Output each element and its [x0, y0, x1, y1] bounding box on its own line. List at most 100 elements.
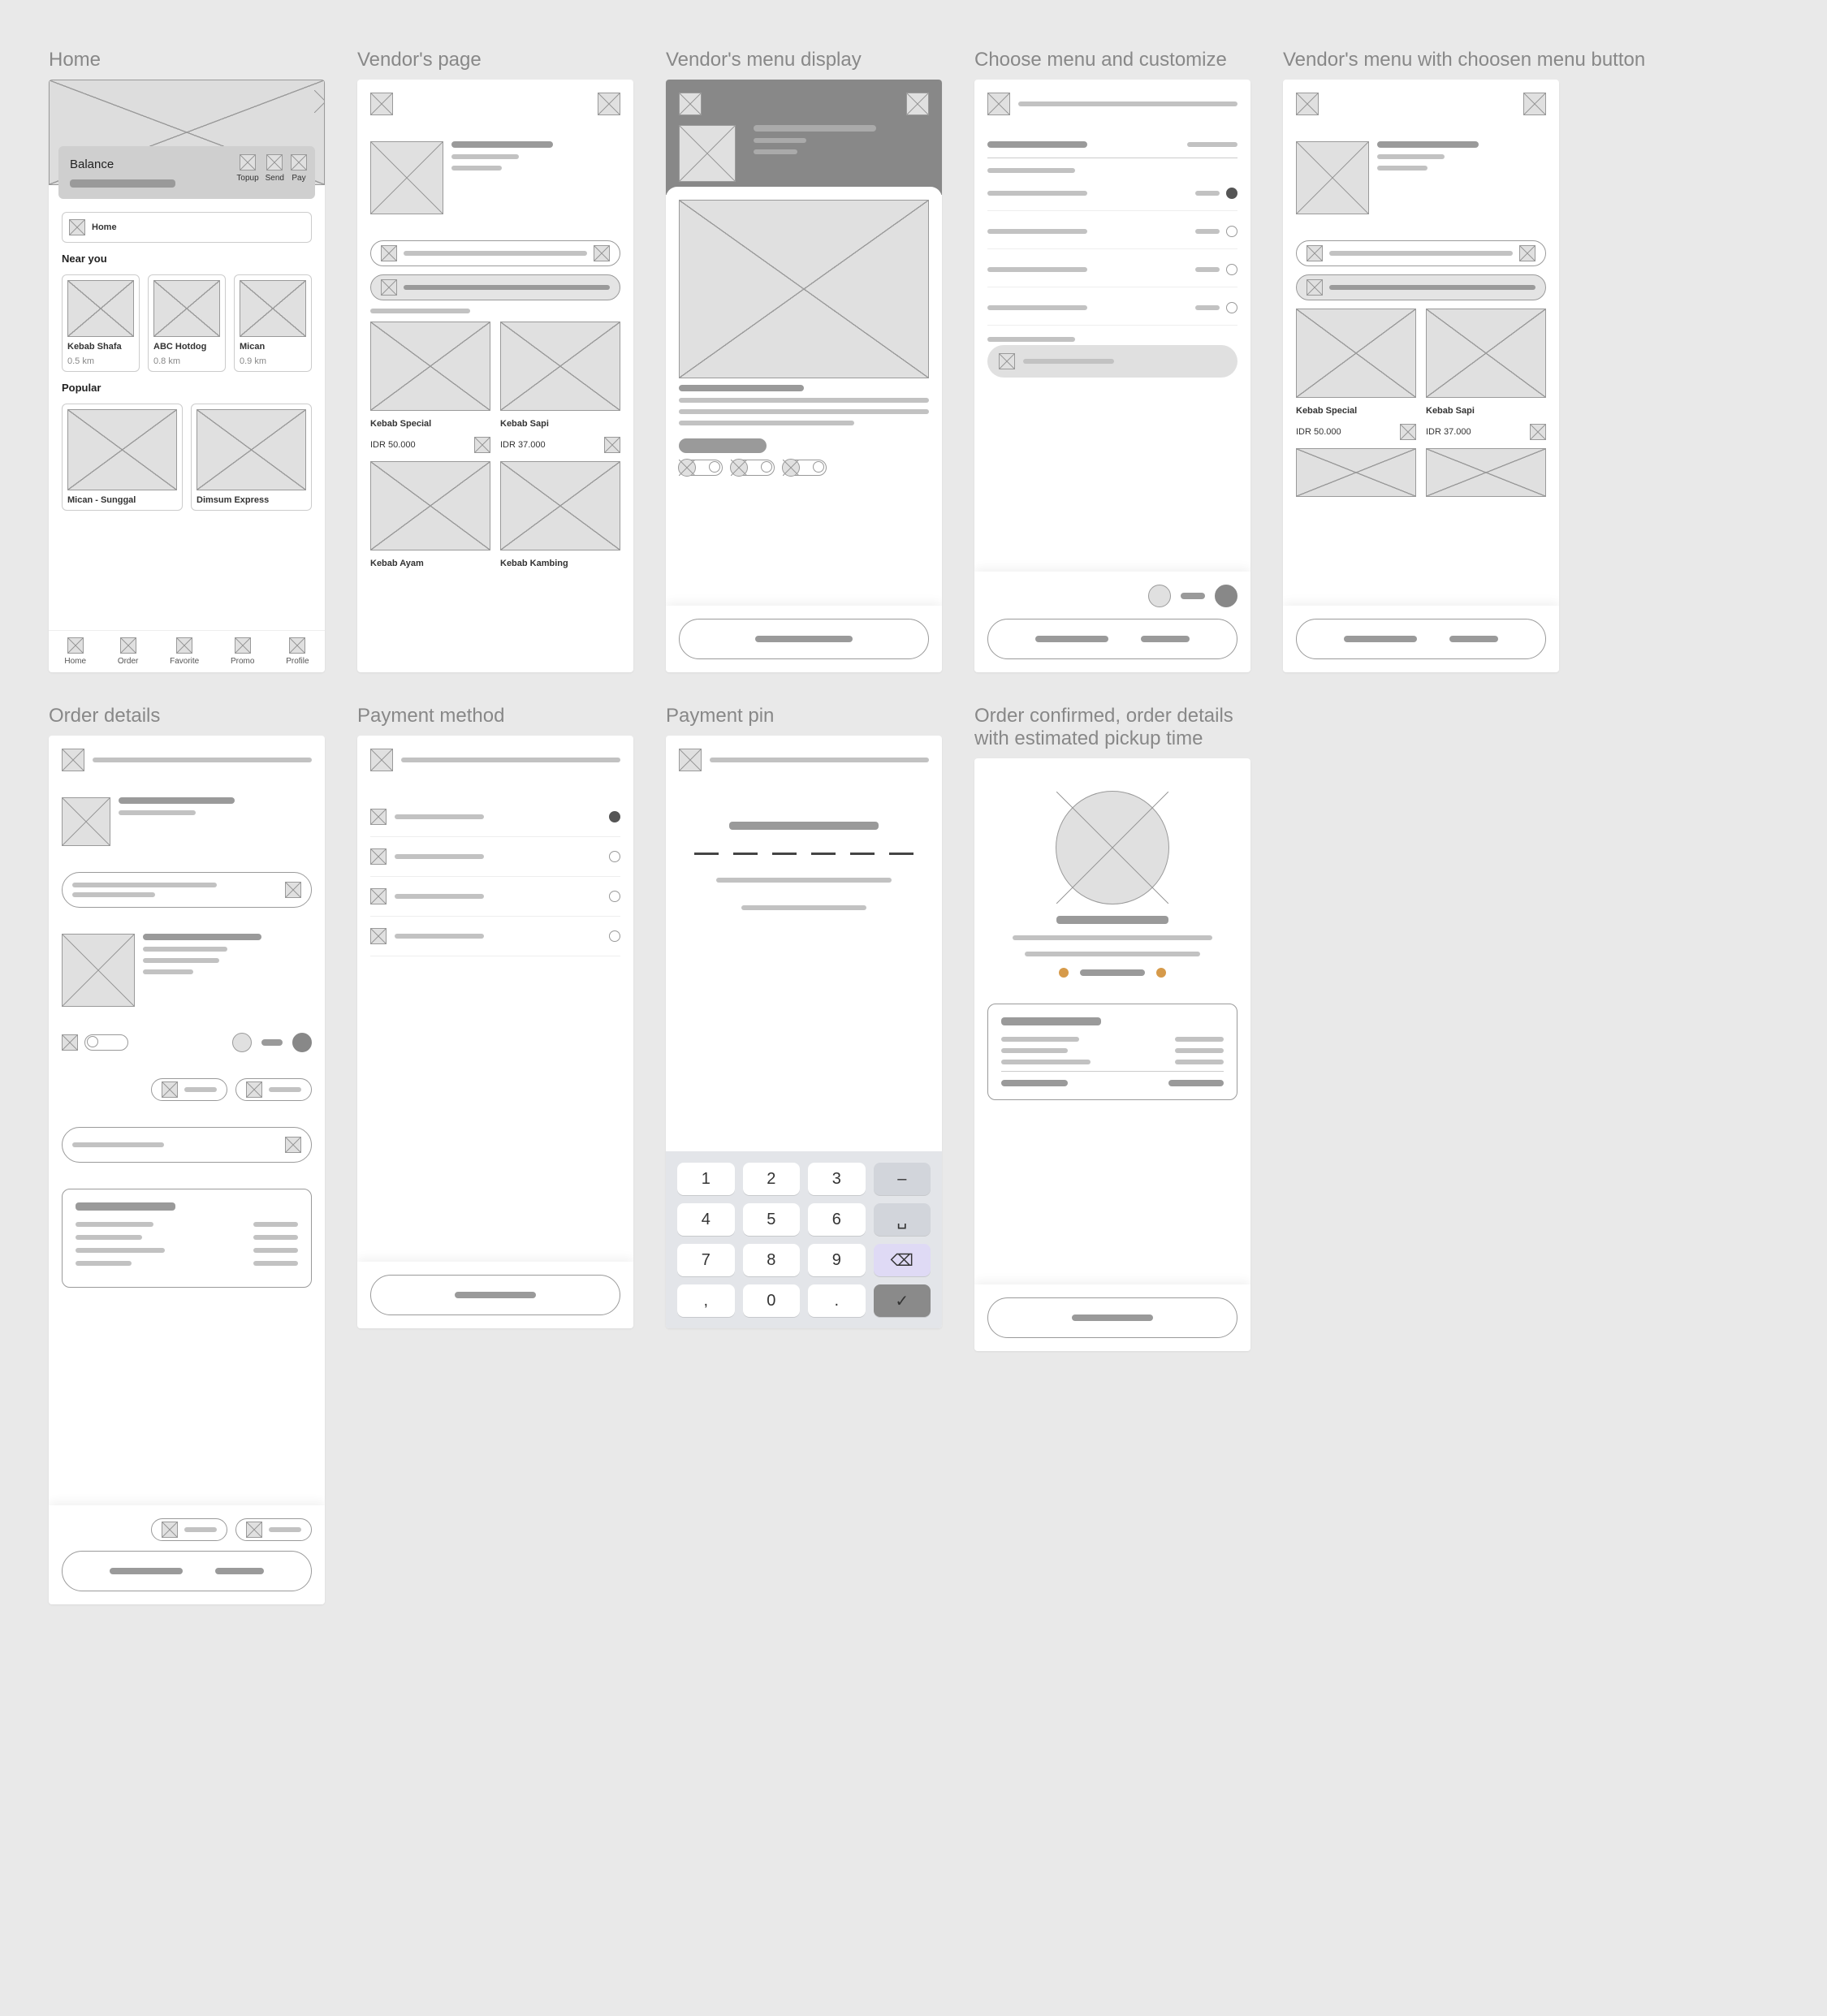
- add-icon[interactable]: [474, 437, 490, 453]
- frame-order-details: [49, 736, 325, 1604]
- minus-button[interactable]: [232, 1033, 252, 1052]
- nav-promo[interactable]: Promo: [231, 637, 254, 666]
- option-toggle-2[interactable]: [783, 460, 827, 476]
- option-toggle-1[interactable]: [731, 460, 775, 476]
- minus-button[interactable]: [1148, 585, 1171, 607]
- key-3[interactable]: 3: [808, 1163, 866, 1195]
- share-icon[interactable]: [598, 93, 620, 115]
- payment-option[interactable]: [370, 877, 620, 917]
- numeric-keypad: 1 2 3 – 4 5 6 ␣ 7 8 9 ⌫ , 0 . ✓: [666, 1151, 942, 1328]
- view-cart-button[interactable]: [1296, 619, 1546, 659]
- key-enter[interactable]: ✓: [874, 1284, 931, 1317]
- back-icon[interactable]: [987, 93, 1010, 115]
- key-0[interactable]: 0: [743, 1284, 801, 1317]
- key-2[interactable]: 2: [743, 1163, 801, 1195]
- plus-button[interactable]: [1215, 585, 1237, 607]
- product-card-0[interactable]: Kebab SpecialIDR 50.000: [1296, 309, 1416, 440]
- payment-option[interactable]: [370, 797, 620, 837]
- back-icon[interactable]: [62, 749, 84, 771]
- payment-chip[interactable]: [151, 1518, 227, 1541]
- done-button[interactable]: [987, 1297, 1237, 1338]
- share-icon[interactable]: [906, 93, 929, 115]
- continue-button[interactable]: [370, 1275, 620, 1315]
- key-4[interactable]: 4: [677, 1203, 735, 1236]
- nav-profile[interactable]: Profile: [286, 637, 309, 666]
- option-chip[interactable]: [235, 1078, 312, 1101]
- apply-icon[interactable]: [285, 1137, 301, 1153]
- topup-button[interactable]: Topup: [236, 154, 258, 183]
- frame-title-vendor: Vendor's page: [357, 49, 633, 71]
- near-card-0[interactable]: Kebab Shafa0.5 km: [62, 274, 140, 372]
- frame-payment-pin: 1 2 3 – 4 5 6 ␣ 7 8 9 ⌫ , 0 . ✓: [666, 736, 942, 1328]
- option-row[interactable]: [987, 291, 1237, 326]
- key-backspace[interactable]: ⌫: [874, 1244, 931, 1276]
- product-card-1[interactable]: Kebab Sapi IDR 37.000: [500, 322, 620, 453]
- product-card-3[interactable]: Kebab Kambing: [500, 461, 620, 572]
- product-card-0[interactable]: Kebab Special IDR 50.000: [370, 322, 490, 453]
- pay-button[interactable]: Pay: [291, 154, 307, 183]
- popular-card-0[interactable]: Mican - Sunggal: [62, 404, 183, 511]
- back-icon[interactable]: [1296, 93, 1319, 115]
- price-tag: [679, 438, 767, 453]
- option-chip[interactable]: [151, 1078, 227, 1101]
- pay-button[interactable]: [62, 1551, 312, 1591]
- back-icon[interactable]: [679, 749, 702, 771]
- info-chip[interactable]: [1296, 240, 1546, 266]
- near-card-2[interactable]: Mican0.9 km: [234, 274, 312, 372]
- key-9[interactable]: 9: [808, 1244, 866, 1276]
- tab-home[interactable]: Home: [62, 212, 312, 243]
- plus-button[interactable]: [292, 1033, 312, 1052]
- add-icon[interactable]: [1530, 424, 1546, 440]
- key-dash[interactable]: –: [874, 1163, 931, 1195]
- send-button[interactable]: Send: [266, 154, 284, 183]
- balance-card[interactable]: Balance Topup Send Pay: [58, 146, 315, 199]
- edit-icon[interactable]: [285, 882, 301, 898]
- promo-input[interactable]: [62, 1127, 312, 1163]
- option-row[interactable]: [987, 176, 1237, 211]
- key-dot[interactable]: .: [808, 1284, 866, 1317]
- option-row[interactable]: [987, 214, 1237, 249]
- near-card-1[interactable]: ABC Hotdog0.8 km: [148, 274, 226, 372]
- key-1[interactable]: 1: [677, 1163, 735, 1195]
- confirm-button[interactable]: [987, 619, 1237, 659]
- option-row[interactable]: [987, 253, 1237, 287]
- payment-option[interactable]: [370, 837, 620, 877]
- payment-option[interactable]: [370, 917, 620, 956]
- back-icon[interactable]: [370, 93, 393, 115]
- nav-home[interactable]: Home: [64, 637, 86, 666]
- add-icon[interactable]: [1400, 424, 1416, 440]
- frame-title-menu-display: Vendor's menu display: [666, 49, 942, 71]
- note-icon: [62, 1034, 78, 1051]
- key-5[interactable]: 5: [743, 1203, 801, 1236]
- nav-favorite[interactable]: Favorite: [170, 637, 199, 666]
- cutlery-toggle[interactable]: [84, 1034, 128, 1051]
- back-icon[interactable]: [679, 93, 702, 115]
- back-icon[interactable]: [370, 749, 393, 771]
- vendor-thumb: [62, 797, 110, 846]
- key-comma[interactable]: ,: [677, 1284, 735, 1317]
- pickup-info[interactable]: [62, 872, 312, 908]
- nav-order[interactable]: Order: [118, 637, 139, 666]
- category-chip[interactable]: [370, 274, 620, 300]
- key-6[interactable]: 6: [808, 1203, 866, 1236]
- option-toggle-0[interactable]: [679, 460, 723, 476]
- share-icon[interactable]: [1523, 93, 1546, 115]
- frame-title-customize: Choose menu and customize: [974, 49, 1250, 71]
- add-to-cart-button[interactable]: [679, 619, 929, 659]
- vendor-logo: [679, 125, 736, 182]
- key-8[interactable]: 8: [743, 1244, 801, 1276]
- cart-icon[interactable]: [314, 90, 325, 113]
- pin-input[interactable]: [694, 853, 914, 855]
- info-chip[interactable]: [370, 240, 620, 266]
- key-space[interactable]: ␣: [874, 1203, 931, 1236]
- product-card-1[interactable]: Kebab SapiIDR 37.000: [1426, 309, 1546, 440]
- points-chip[interactable]: [235, 1518, 312, 1541]
- section-popular: Popular: [62, 382, 312, 394]
- add-icon[interactable]: [604, 437, 620, 453]
- key-7[interactable]: 7: [677, 1244, 735, 1276]
- success-icon: [1056, 791, 1169, 904]
- category-chip[interactable]: [1296, 274, 1546, 300]
- product-card-2[interactable]: Kebab Ayam: [370, 461, 490, 572]
- popular-card-1[interactable]: Dimsum Express: [191, 404, 312, 511]
- note-input[interactable]: [987, 345, 1237, 378]
